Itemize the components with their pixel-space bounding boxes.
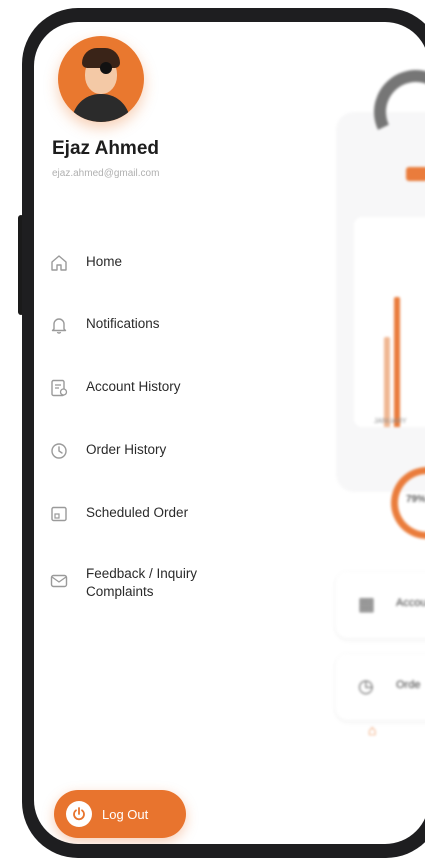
menu-item-feedback[interactable]: Feedback / Inquiry Complaints: [46, 562, 256, 601]
power-icon: [66, 801, 92, 827]
chart-bar: [394, 297, 400, 427]
clock-icon: [46, 438, 72, 464]
progress-percent: 79%: [406, 494, 425, 505]
home-screen-preview[interactable]: JANUARY 79% ▦ Accou ◷ Orde ⌂: [296, 22, 425, 844]
menu-label: Notifications: [86, 316, 160, 331]
calendar-icon: [46, 501, 72, 527]
home-tab-icon[interactable]: ⌂: [368, 722, 376, 738]
home-icon: [46, 250, 72, 276]
account-card-label: Accou: [396, 597, 425, 609]
orders-card[interactable]: ◷ Orde: [336, 654, 425, 720]
avatar[interactable]: [58, 36, 144, 122]
avatar-shirt: [72, 94, 130, 122]
mail-icon: [46, 562, 72, 594]
user-name: Ejaz Ahmed: [52, 138, 159, 159]
menu-item-scheduled-order[interactable]: Scheduled Order: [46, 501, 256, 527]
clock-icon: ◷: [358, 676, 374, 696]
menu-item-home[interactable]: Home: [46, 250, 256, 276]
user-email: ejaz.ahmed@gmail.com: [52, 168, 160, 179]
phone-screen: JANUARY 79% ▦ Accou ◷ Orde ⌂ Ejaz Ahmed …: [34, 22, 425, 844]
logout-button[interactable]: Log Out: [54, 790, 186, 838]
bar-chart: [354, 217, 425, 427]
navigation-drawer: Ejaz Ahmed ejaz.ahmed@gmail.com Home Not…: [34, 22, 264, 844]
period-chip: [406, 167, 425, 181]
orders-card-label: Orde: [396, 679, 421, 691]
chart-bar: [384, 337, 390, 427]
logout-label: Log Out: [102, 806, 149, 822]
chart-month-label: JANUARY: [374, 418, 407, 425]
menu-label: Feedback / Inquiry Complaints: [86, 566, 198, 599]
account-history-icon: ▦: [358, 594, 376, 614]
menu-item-notifications[interactable]: Notifications: [46, 312, 256, 338]
account-card[interactable]: ▦ Accou: [336, 572, 425, 638]
bell-icon: [46, 312, 72, 338]
menu-label: Order History: [86, 442, 167, 457]
menu-item-account-history[interactable]: Account History: [46, 375, 256, 401]
menu-label: Home: [86, 254, 123, 269]
menu-label: Account History: [86, 379, 181, 394]
menu-item-order-history[interactable]: Order History: [46, 438, 256, 464]
camera-dot: [100, 62, 112, 74]
menu-label: Scheduled Order: [86, 505, 189, 520]
account-history-icon: [46, 375, 72, 401]
